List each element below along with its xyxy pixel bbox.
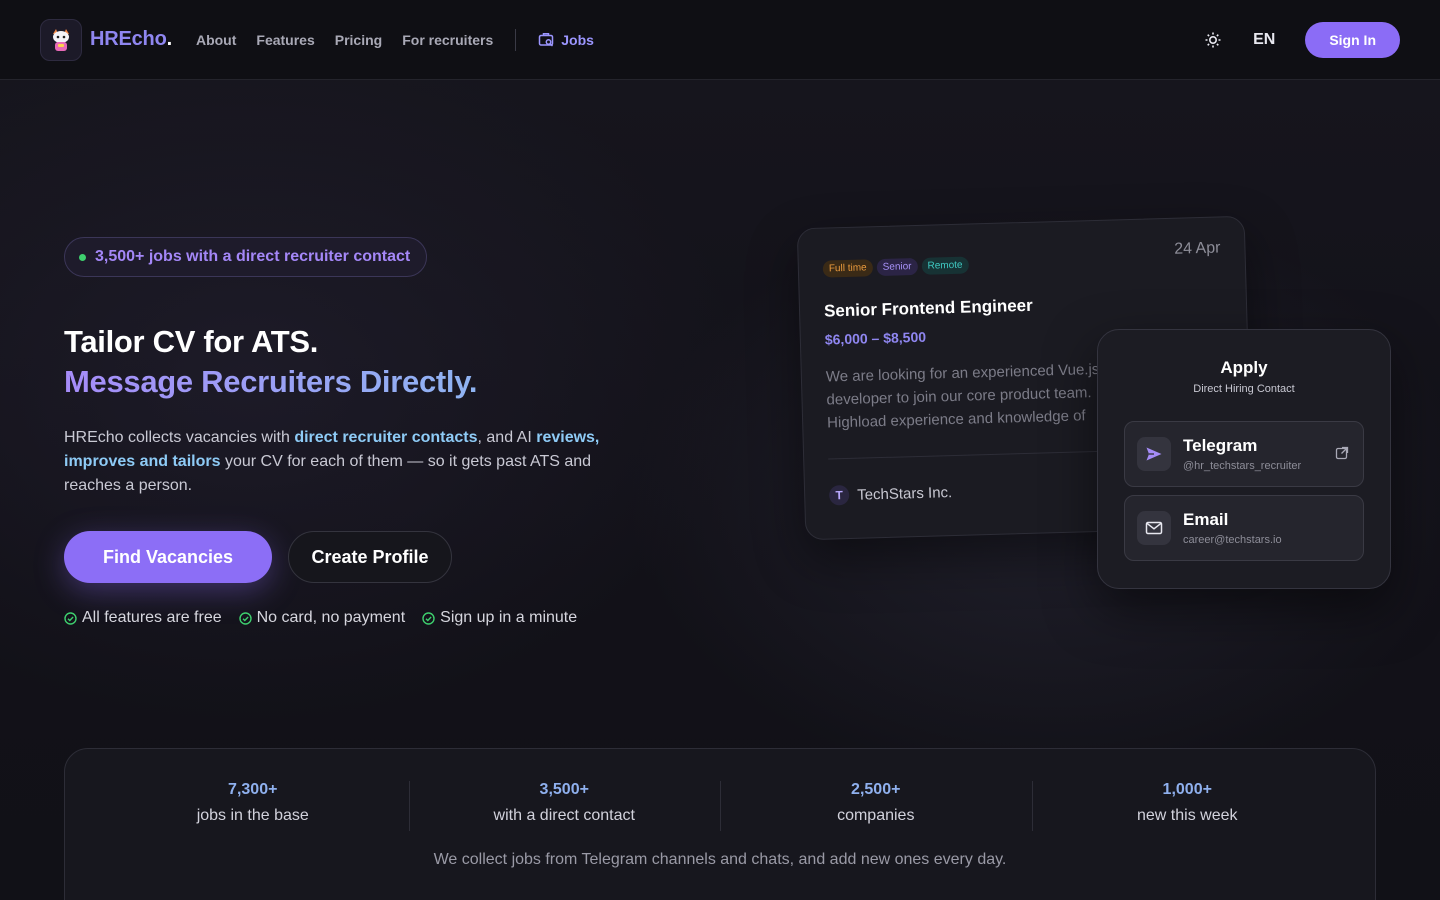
sign-in-button[interactable]: Sign In bbox=[1305, 21, 1400, 58]
job-description: We are looking for an experienced Vue.js… bbox=[825, 357, 1118, 435]
nav-jobs-label: Jobs bbox=[561, 31, 594, 48]
hero-title-line2: Message Recruiters Directly. bbox=[64, 364, 478, 399]
contact-name: Email bbox=[1183, 510, 1229, 529]
check-circle-icon bbox=[238, 611, 252, 625]
theme-toggle-button[interactable] bbox=[1197, 24, 1229, 56]
nav-features[interactable]: Features bbox=[256, 32, 314, 48]
hero-title-line1: Tailor CV for ATS. bbox=[64, 324, 319, 359]
tag-location: Remote bbox=[921, 256, 969, 275]
sun-icon bbox=[1205, 32, 1221, 47]
stat-value: 2,500+ bbox=[851, 781, 901, 798]
desc-part1: HREcho collects vacancies with bbox=[64, 429, 295, 446]
logo-mascot-icon bbox=[40, 18, 82, 61]
main-nav: About Features Pricing For recruiters Jo… bbox=[196, 28, 594, 51]
desc-highlight-contacts: direct recruiter contacts bbox=[294, 429, 478, 446]
external-link-icon[interactable] bbox=[1335, 446, 1349, 460]
find-vacancies-button[interactable]: Find Vacancies bbox=[64, 531, 272, 583]
mail-icon bbox=[1137, 511, 1171, 545]
stat-item: 1,000+ new this week bbox=[1031, 781, 1344, 831]
nav-jobs[interactable]: Jobs bbox=[538, 31, 594, 48]
tag-seniority: Senior bbox=[876, 257, 918, 277]
benefit-text: Sign up in a minute bbox=[440, 609, 578, 626]
contact-telegram[interactable]: Telegram @hr_techstars_recruiter bbox=[1124, 421, 1364, 487]
check-circle-icon bbox=[64, 611, 77, 625]
nav-for-recruiters[interactable]: For recruiters bbox=[402, 32, 493, 48]
stat-label: with a direct contact bbox=[493, 807, 635, 824]
briefcase-search-icon bbox=[539, 33, 554, 47]
stat-label: companies bbox=[837, 807, 915, 824]
badge-text: 3,500+ jobs with a direct recruiter cont… bbox=[95, 248, 411, 265]
benefit-item: All features are free bbox=[64, 609, 222, 627]
jobs-count-badge: 3,500+ jobs with a direct recruiter cont… bbox=[64, 237, 428, 277]
divider bbox=[828, 450, 1119, 460]
stats-panel: 7,300+ jobs in the base 3,500+ with a di… bbox=[64, 748, 1376, 900]
benefit-item: No card, no payment bbox=[238, 609, 406, 627]
contact-email[interactable]: Email career@techstars.io bbox=[1124, 495, 1364, 561]
contact-handle: @hr_techstars_recruiter bbox=[1183, 460, 1302, 472]
job-description-text: We are looking for an experienced Vue.js… bbox=[825, 360, 1100, 435]
stat-value: 1,000+ bbox=[1162, 781, 1212, 798]
nav-divider bbox=[515, 28, 517, 51]
benefit-item: Sign up in a minute bbox=[422, 609, 577, 627]
stat-item: 7,300+ jobs in the base bbox=[97, 781, 409, 825]
check-circle-icon bbox=[422, 611, 435, 625]
stat-value: 3,500+ bbox=[539, 781, 589, 798]
stat-value: 7,300+ bbox=[228, 781, 278, 798]
job-date: 24 Apr bbox=[1173, 239, 1221, 258]
stat-label: jobs in the base bbox=[196, 807, 309, 824]
apply-contact-card: Apply Direct Hiring Contact Telegram @hr… bbox=[1097, 329, 1391, 589]
stat-item: 3,500+ with a direct contact bbox=[408, 781, 721, 831]
nav-about[interactable]: About bbox=[196, 32, 236, 48]
job-title: Senior Frontend Engineer bbox=[823, 295, 1033, 321]
language-switcher[interactable]: EN bbox=[1253, 31, 1275, 49]
apply-subtitle: Direct Hiring Contact bbox=[1193, 383, 1295, 395]
job-tags: Full time Senior Remote bbox=[822, 249, 1221, 278]
stat-label: new this week bbox=[1137, 807, 1238, 824]
logo[interactable]: HREcho. bbox=[40, 18, 173, 61]
site-header: HREcho. About Features Pricing For recru… bbox=[0, 0, 1440, 80]
logo-text: HREcho bbox=[90, 28, 167, 50]
stats-note: We collect jobs from Telegram channels a… bbox=[433, 851, 1007, 868]
create-profile-button[interactable]: Create Profile bbox=[288, 531, 452, 583]
logo-dot: . bbox=[166, 28, 173, 50]
status-dot-icon bbox=[79, 253, 86, 261]
tag-employment-type: Full time bbox=[822, 259, 873, 278]
company-name: TechStars Inc. bbox=[856, 483, 953, 504]
apply-title: Apply bbox=[1220, 358, 1268, 377]
company-logo: T bbox=[828, 484, 850, 506]
header-actions: EN Sign In bbox=[1197, 21, 1400, 58]
benefit-text: No card, no payment bbox=[256, 609, 406, 626]
contact-name: Telegram bbox=[1183, 436, 1258, 455]
nav-pricing[interactable]: Pricing bbox=[335, 32, 382, 48]
telegram-icon bbox=[1137, 437, 1171, 471]
stats-row: 7,300+ jobs in the base 3,500+ with a di… bbox=[65, 781, 1375, 831]
benefits-list: All features are free No card, no paymen… bbox=[64, 609, 577, 627]
hero-description: HREcho collects vacancies with direct re… bbox=[64, 426, 624, 498]
desc-part2: , and AI bbox=[477, 429, 537, 446]
stat-item: 2,500+ companies bbox=[720, 781, 1032, 831]
benefit-text: All features are free bbox=[82, 609, 222, 626]
contact-handle: career@techstars.io bbox=[1183, 534, 1282, 546]
